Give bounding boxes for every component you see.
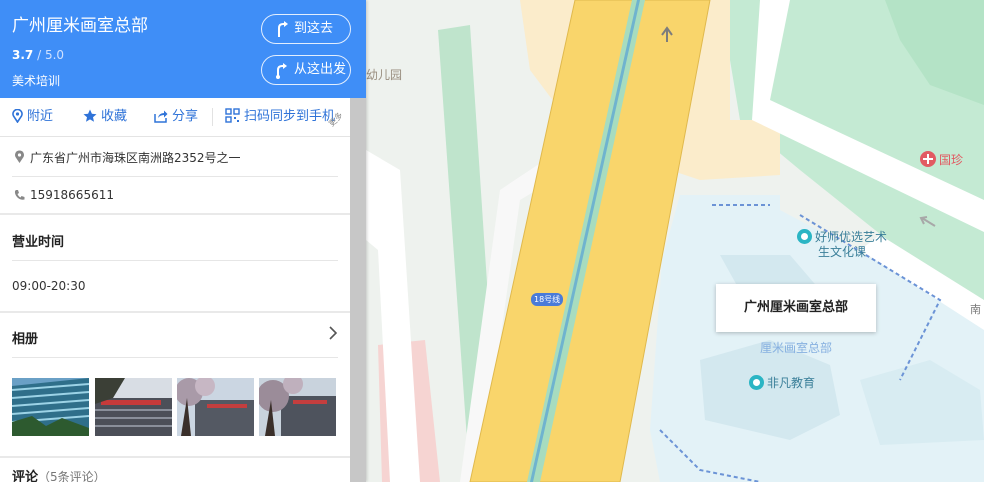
nearby-label: 附近 (27, 109, 54, 124)
category-label: 美术培训 (12, 74, 61, 88)
rating: 3.7 / 5.0 (12, 48, 64, 62)
page-title: 广州厘米画室总部 (12, 16, 148, 36)
place-callout[interactable]: 广州厘米画室总部 (716, 284, 876, 332)
route-to-icon (278, 21, 288, 37)
road-label: 南 (970, 303, 981, 316)
chevron-right-icon[interactable] (328, 326, 338, 340)
hospital-icon (920, 151, 936, 167)
poi-guozhen[interactable]: 国珍 (920, 151, 963, 167)
marker-label: 厘米画室总部 (760, 341, 833, 355)
start-from-here-button[interactable]: 从这出发 (261, 55, 351, 85)
location-pin-icon (12, 109, 23, 123)
metro-line-badge: 18号线 (531, 293, 564, 306)
rating-score: 3.7 (12, 48, 34, 62)
panel-header: 广州厘米画室总部 3.7 / 5.0 美术培训 到这去 从这出发 (0, 0, 366, 98)
action-divider (212, 108, 213, 126)
address-text: 广东省广州市海珠区南洲路2352号之一 (30, 151, 241, 165)
reviews-count: （5条评论） (38, 470, 106, 482)
album-photo[interactable] (259, 378, 336, 436)
nearby-button[interactable]: 附近 (12, 98, 53, 136)
location-pin-icon (15, 150, 24, 163)
divider (12, 260, 338, 261)
share-button[interactable]: 分享 (154, 98, 198, 136)
rating-separator: / (37, 48, 42, 62)
route-from-icon (276, 63, 287, 79)
star-icon (83, 109, 97, 122)
action-bar: 附近 收藏 分享 扫码同步到手机 (0, 98, 350, 137)
share-icon (154, 110, 168, 123)
reviews-title: 评论 (12, 470, 39, 482)
address-row: 广东省广州市海珠区南洲路2352号之一 (14, 149, 336, 166)
favorite-button[interactable]: 收藏 (83, 98, 127, 136)
album-photo[interactable] (177, 378, 254, 436)
phone-number[interactable]: 15918665611 (30, 188, 114, 202)
poi-feifan[interactable]: 非凡教育 (749, 375, 815, 390)
phone-row: 15918665611 (14, 188, 336, 202)
hours-title: 营业时间 (12, 235, 65, 250)
poi-pin-icon (749, 375, 764, 390)
favorite-label: 收藏 (101, 109, 128, 124)
album-photo[interactable] (95, 378, 172, 436)
poi-art-label-2: 生文化课 (818, 245, 867, 259)
start-from-here-label: 从这出发 (294, 62, 347, 77)
phone-icon (14, 190, 25, 200)
section-divider (0, 213, 350, 215)
album-title[interactable]: 相册 (12, 328, 38, 347)
album-photo[interactable] (12, 378, 89, 436)
section-divider (0, 456, 350, 458)
poi-pin-icon (797, 229, 812, 244)
poi-art-school[interactable]: 好师优选艺术 (797, 229, 887, 244)
share-label: 分享 (172, 109, 199, 124)
qr-code-icon (225, 108, 240, 123)
poi-art-label-1: 好师优选艺术 (815, 230, 888, 244)
reviews-header[interactable]: 评论（5条评论） (12, 466, 106, 482)
scrollbar[interactable] (350, 98, 366, 482)
go-here-button[interactable]: 到这去 (261, 14, 351, 44)
scan-sync-button[interactable]: 扫码同步到手机 (225, 98, 335, 136)
divider (12, 176, 338, 177)
hours-value: 09:00-20:30 (12, 279, 86, 293)
section-divider (0, 311, 350, 313)
rating-max: 5.0 (44, 48, 65, 62)
divider (12, 357, 338, 358)
poi-guozhen-label: 国珍 (939, 153, 964, 167)
go-here-label: 到这去 (294, 21, 334, 36)
place-detail-panel: 广州厘米画室总部 3.7 / 5.0 美术培训 到这去 从这出发 附近 收藏 分… (0, 0, 366, 482)
poi-kindergarten-label[interactable]: 幼儿园 (366, 68, 402, 82)
poi-feifan-label: 非凡教育 (767, 376, 816, 390)
scan-sync-label: 扫码同步到手机 (244, 109, 336, 124)
